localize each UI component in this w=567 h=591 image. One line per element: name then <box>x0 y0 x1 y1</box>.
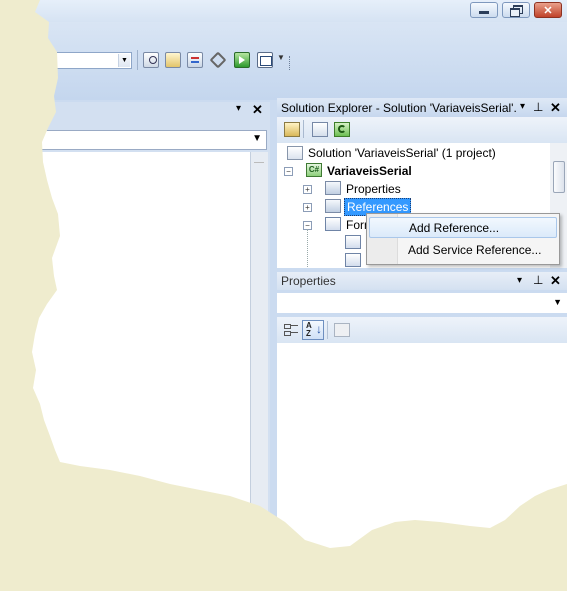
pin-icon[interactable]: ⊥ <box>533 273 543 287</box>
close-icon[interactable]: ✕ <box>550 100 561 116</box>
editor-area[interactable] <box>30 152 251 591</box>
property-pages-icon <box>334 323 350 337</box>
properties-folder-icon <box>325 181 341 195</box>
solution-explorer-title: Solution Explorer - Solution 'VariaveisS… <box>281 101 517 115</box>
tree-line <box>307 229 309 267</box>
chevron-down-icon[interactable]: ▼ <box>118 54 130 67</box>
properties-title: Properties <box>281 274 336 288</box>
toolbar-separator <box>303 120 304 138</box>
chevron-down-icon[interactable]: ▾ <box>236 103 241 114</box>
restore-icon <box>510 5 523 17</box>
chevron-down-icon[interactable]: ▾ <box>517 275 522 286</box>
collapse-icon[interactable]: − <box>284 167 293 176</box>
members-dropdown[interactable]: ▼ <box>30 130 267 150</box>
solution-explorer-icon[interactable] <box>165 52 181 68</box>
csharp-project-icon: C# <box>306 163 322 177</box>
close-icon: ✕ <box>543 4 553 17</box>
chevron-down-icon[interactable]: ▼ <box>277 53 285 62</box>
solution-icon <box>287 146 303 160</box>
close-icon[interactable]: ✕ <box>550 273 561 289</box>
pin-icon[interactable]: ⊥ <box>533 100 543 114</box>
toolbar-separator <box>327 321 328 339</box>
tree-item-label: Solution 'VariaveisSerial' (1 project) <box>308 146 496 160</box>
chevron-down-icon[interactable]: ▼ <box>553 297 562 307</box>
chevron-down-icon[interactable]: ▾ <box>520 101 525 112</box>
alphabetical-icon[interactable]: AZ ↓ <box>302 320 324 340</box>
refresh-icon[interactable] <box>334 122 350 137</box>
file-icon <box>345 235 361 249</box>
properties-grid[interactable] <box>277 343 567 591</box>
tree-item-label: Properties <box>346 182 401 196</box>
show-all-files-icon[interactable] <box>284 122 300 137</box>
vertical-scrollbar[interactable] <box>250 152 268 591</box>
minimize-button[interactable] <box>470 2 498 18</box>
expand-icon[interactable]: + <box>303 203 312 212</box>
tree-item-label: VariaveisSerial <box>327 164 412 178</box>
menu-item-add-service-reference[interactable]: Add Service Reference... <box>369 240 557 261</box>
close-icon[interactable]: ✕ <box>252 102 263 118</box>
toolbar-overflow[interactable] <box>289 56 298 70</box>
restore-button[interactable] <box>502 2 530 18</box>
scrollbar-thumb[interactable] <box>553 161 565 193</box>
command-window-icon[interactable] <box>257 52 273 68</box>
form-icon <box>325 217 341 231</box>
start-page-icon[interactable] <box>234 52 250 68</box>
menu-item-add-reference[interactable]: Add Reference... <box>369 217 557 238</box>
tree-item-properties[interactable]: + Properties <box>303 180 543 198</box>
context-menu: Add Reference... Add Service Reference..… <box>366 213 560 265</box>
toolbar-separator <box>137 50 138 70</box>
properties-icon[interactable] <box>312 122 328 137</box>
tree-item-project[interactable]: − C# VariaveisSerial <box>284 162 544 180</box>
close-window-button[interactable]: ✕ <box>534 2 562 18</box>
minimize-icon <box>479 11 489 14</box>
object-selector[interactable]: ▼ <box>277 293 567 313</box>
properties-window-icon[interactable] <box>187 52 203 68</box>
chevron-down-icon[interactable]: ▼ <box>252 133 262 144</box>
categorized-icon[interactable] <box>283 322 299 338</box>
references-folder-icon <box>325 199 341 213</box>
toolbox-icon[interactable] <box>209 51 227 69</box>
find-in-files-icon[interactable] <box>143 52 159 68</box>
expand-icon[interactable]: + <box>303 185 312 194</box>
toolbar-combo[interactable]: ▼ <box>40 52 132 69</box>
file-icon <box>345 253 361 267</box>
